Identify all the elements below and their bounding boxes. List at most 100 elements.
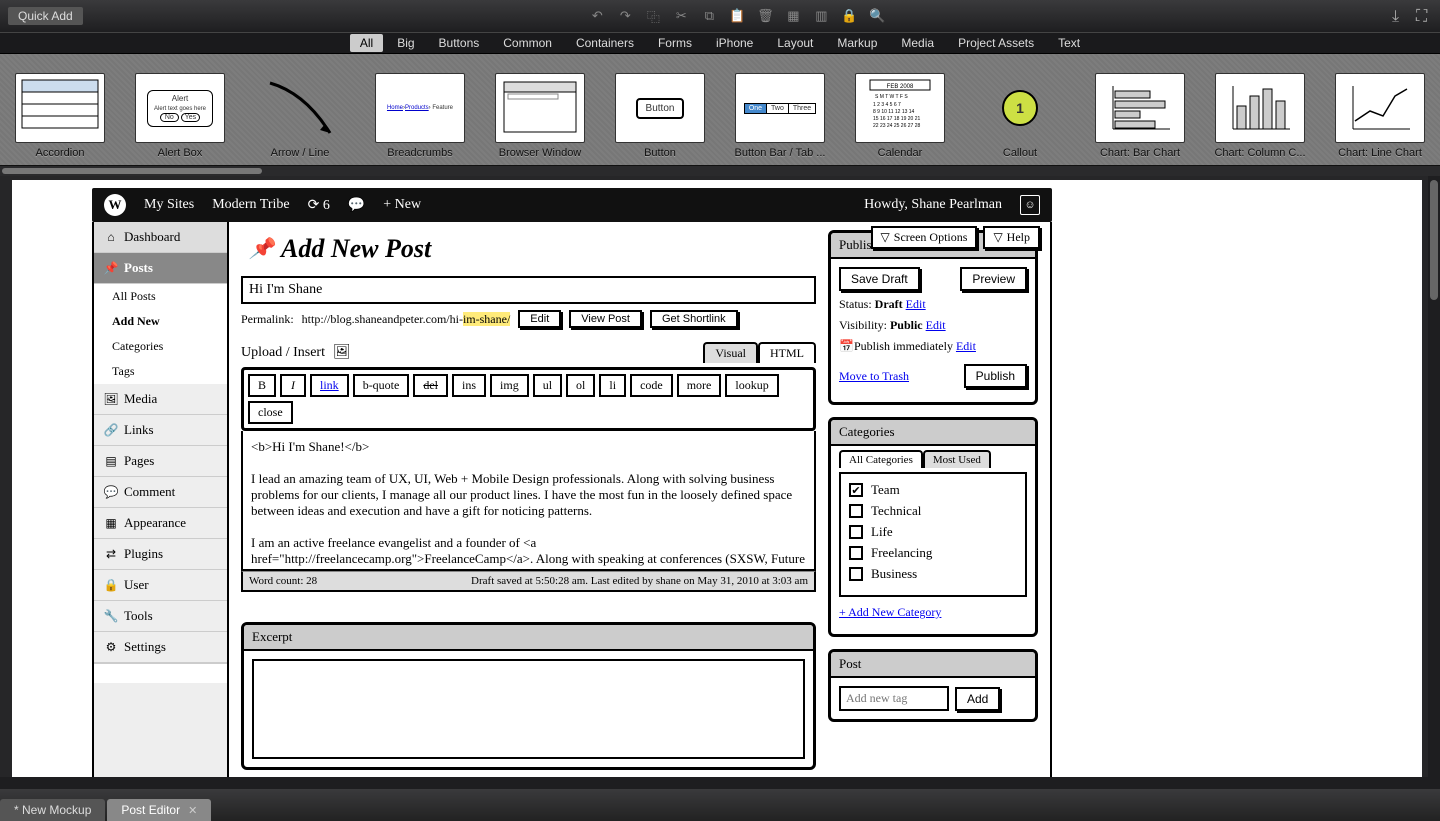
screen-options-button[interactable]: ▽Screen Options <box>871 226 978 249</box>
tb-close[interactable]: close <box>248 401 293 424</box>
excerpt-textarea[interactable] <box>252 659 805 759</box>
publish-button[interactable]: Publish <box>964 364 1027 388</box>
sidebar-item-links[interactable]: 🔗Links <box>94 415 227 446</box>
category-tab[interactable]: Markup <box>827 34 887 52</box>
library-scrollbar[interactable] <box>0 166 1440 176</box>
library-item[interactable]: Arrow / Line <box>240 54 360 165</box>
sidebar-item-tools[interactable]: 🔧Tools <box>94 601 227 632</box>
category-tab[interactable]: Forms <box>648 34 702 52</box>
library-item[interactable]: AlertAlert text goes hereNoYes Alert Box <box>120 54 240 165</box>
tab-html[interactable]: HTML <box>758 342 816 363</box>
search-icon[interactable]: 🔍 <box>869 8 885 24</box>
adminbar-comments-icon[interactable]: 💬 <box>348 197 365 214</box>
sidebar-item-comment[interactable]: 💬Comment <box>94 477 227 508</box>
category-tab[interactable]: Containers <box>566 34 644 52</box>
help-button[interactable]: ▽Help <box>983 226 1040 249</box>
library-item[interactable]: Button Button <box>600 54 720 165</box>
adminbar-new[interactable]: + New <box>383 197 421 213</box>
library-item[interactable]: Chart: Line Chart <box>1320 54 1440 165</box>
permalink-edit-button[interactable]: Edit <box>518 310 561 328</box>
category-item[interactable]: ✔Team <box>849 482 1017 498</box>
category-item[interactable]: Freelancing <box>849 545 1017 561</box>
undo-icon[interactable]: ↶ <box>589 8 605 24</box>
add-new-category-link[interactable]: + Add New Category <box>839 605 941 619</box>
library-item[interactable]: Accordion <box>0 54 120 165</box>
preview-button[interactable]: Preview <box>960 267 1027 291</box>
schedule-edit-link[interactable]: Edit <box>956 339 976 353</box>
tab-most-used[interactable]: Most Used <box>923 450 991 468</box>
status-edit-link[interactable]: Edit <box>906 297 926 311</box>
tag-input[interactable] <box>839 686 949 711</box>
get-shortlink-button[interactable]: Get Shortlink <box>650 310 738 328</box>
category-tab[interactable]: All <box>350 34 383 52</box>
close-icon[interactable]: ✕ <box>188 804 197 817</box>
sidebar-item-user[interactable]: 🔒User <box>94 570 227 601</box>
library-item[interactable]: Chart: Column C... <box>1200 54 1320 165</box>
tb-italic[interactable]: I <box>280 374 306 397</box>
export-icon[interactable]: ⤓ <box>1392 8 1408 24</box>
canvas-vertical-scrollbar[interactable] <box>1428 176 1440 789</box>
tb-link[interactable]: link <box>310 374 349 397</box>
tb-del[interactable]: del <box>413 374 448 397</box>
tb-ul[interactable]: ul <box>533 374 562 397</box>
save-draft-button[interactable]: Save Draft <box>839 267 920 291</box>
tb-ins[interactable]: ins <box>452 374 486 397</box>
category-tab[interactable]: Big <box>387 34 424 52</box>
category-item[interactable]: Technical <box>849 503 1017 519</box>
tb-img[interactable]: img <box>490 374 529 397</box>
library-item[interactable]: Chart: Bar Chart <box>1080 54 1200 165</box>
avatar-icon[interactable]: ☺ <box>1020 195 1040 215</box>
sidebar-item-settings[interactable]: ⚙Settings <box>94 632 227 663</box>
delete-icon[interactable]: 🗑 <box>757 8 773 24</box>
tab-all-categories[interactable]: All Categories <box>839 450 923 468</box>
document-tab[interactable]: * New Mockup <box>0 799 105 821</box>
sidebar-sub-addnew[interactable]: Add New <box>94 309 227 334</box>
sidebar-item-media[interactable]: 🖼Media <box>94 384 227 415</box>
editor-textarea[interactable]: <b>Hi I'm Shane!</b> I lead an amazing t… <box>241 431 816 571</box>
group-icon[interactable]: ▦ <box>785 8 801 24</box>
sidebar-item-pages[interactable]: ▤Pages <box>94 446 227 477</box>
canvas-horizontal-scrollbar[interactable] <box>0 777 1428 789</box>
category-tab[interactable]: Text <box>1048 34 1090 52</box>
lock-icon[interactable]: 🔒 <box>841 8 857 24</box>
sidebar-sub-allposts[interactable]: All Posts <box>94 284 227 309</box>
move-to-trash-link[interactable]: Move to Trash <box>839 369 909 384</box>
category-tab[interactable]: Layout <box>767 34 823 52</box>
wp-logo-icon[interactable]: W <box>104 194 126 216</box>
tb-code[interactable]: code <box>630 374 673 397</box>
copy-icon[interactable]: ⧉ <box>701 8 717 24</box>
add-tag-button[interactable]: Add <box>955 687 1000 711</box>
library-item[interactable]: Browser Window <box>480 54 600 165</box>
tb-bold[interactable]: B <box>248 374 276 397</box>
sidebar-sub-tags[interactable]: Tags <box>94 359 227 384</box>
post-title-input[interactable] <box>241 276 816 304</box>
sidebar-item-posts[interactable]: 📌Posts <box>94 253 227 284</box>
category-tab[interactable]: iPhone <box>706 34 763 52</box>
fullscreen-icon[interactable]: ⛶ <box>1416 8 1432 24</box>
mockup-canvas[interactable]: W My Sites Modern Tribe ⟳ 6 💬 + New Howd… <box>12 180 1422 780</box>
tb-more[interactable]: more <box>677 374 722 397</box>
ungroup-icon[interactable]: ▥ <box>813 8 829 24</box>
visibility-edit-link[interactable]: Edit <box>926 318 946 332</box>
library-item[interactable]: OneTwoThree Button Bar / Tab ... <box>720 54 840 165</box>
tab-visual[interactable]: Visual <box>703 342 758 363</box>
paste-icon[interactable]: 📋 <box>729 8 745 24</box>
sidebar-item-appearance[interactable]: ▦Appearance <box>94 508 227 539</box>
adminbar-howdy[interactable]: Howdy, Shane Pearlman <box>864 197 1002 213</box>
category-tab[interactable]: Media <box>891 34 944 52</box>
adminbar-mysites[interactable]: My Sites <box>144 197 194 213</box>
redo-icon[interactable]: ↷ <box>617 8 633 24</box>
category-item[interactable]: Business <box>849 566 1017 582</box>
sidebar-item-plugins[interactable]: ⇄Plugins <box>94 539 227 570</box>
add-media-icon[interactable]: 🖼 <box>333 344 351 361</box>
category-tab[interactable]: Common <box>493 34 562 52</box>
adminbar-sitename[interactable]: Modern Tribe <box>212 197 289 213</box>
document-tab[interactable]: Post Editor✕ <box>107 799 211 821</box>
library-item[interactable]: Home › Products › Feature Breadcrumbs <box>360 54 480 165</box>
quick-add-label[interactable]: Quick Add <box>8 7 83 25</box>
library-item[interactable]: FEB 2008 S M T W T F S 1 2 3 4 5 6 7 8 9… <box>840 54 960 165</box>
adminbar-updates[interactable]: ⟳ 6 <box>308 197 330 214</box>
library-item[interactable]: 1 Callout <box>960 54 1080 165</box>
category-tab[interactable]: Buttons <box>429 34 490 52</box>
sidebar-item-dashboard[interactable]: ⌂Dashboard <box>94 222 227 253</box>
